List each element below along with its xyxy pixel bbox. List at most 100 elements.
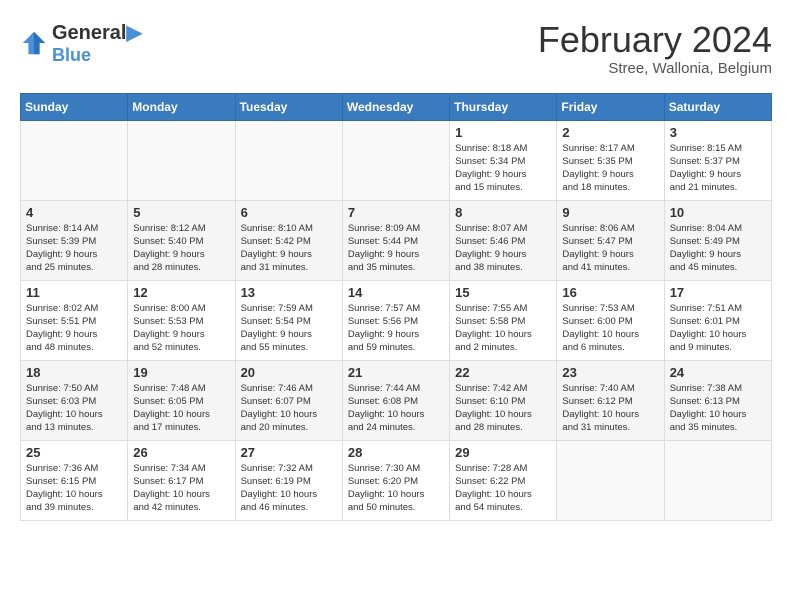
day-number: 17 [670,285,766,300]
calendar-cell: 4 Sunrise: 8:14 AM Sunset: 5:39 PM Daylig… [21,200,128,280]
calendar-cell: 12 Sunrise: 8:00 AM Sunset: 5:53 PM Dayli… [128,280,235,360]
day-number: 18 [26,365,122,380]
calendar-cell: 8 Sunrise: 8:07 AM Sunset: 5:46 PM Daylig… [450,200,557,280]
title-block: February 2024 Stree, Wallonia, Belgium [538,20,772,77]
calendar-cell [128,120,235,200]
day-info: Sunrise: 7:57 AM Sunset: 5:56 PM Dayligh… [348,302,444,355]
day-number: 3 [670,125,766,140]
day-number: 16 [562,285,658,300]
day-number: 10 [670,205,766,220]
day-info: Sunrise: 7:53 AM Sunset: 6:00 PM Dayligh… [562,302,658,355]
day-number: 2 [562,125,658,140]
day-info: Sunrise: 7:59 AM Sunset: 5:54 PM Dayligh… [241,302,337,355]
day-number: 1 [455,125,551,140]
calendar-cell: 28Sunrise: 7:30 AM Sunset: 6:20 PM Dayli… [342,440,449,520]
calendar-cell: 2 Sunrise: 8:17 AM Sunset: 5:35 PM Daylig… [557,120,664,200]
calendar-cell: 10 Sunrise: 8:04 AM Sunset: 5:49 PM Dayli… [664,200,771,280]
calendar-cell: 23 Sunrise: 7:40 AM Sunset: 6:12 PM Dayli… [557,360,664,440]
calendar-cell: 18 Sunrise: 7:50 AM Sunset: 6:03 PM Dayli… [21,360,128,440]
day-info: Sunrise: 7:55 AM Sunset: 5:58 PM Dayligh… [455,302,551,355]
page-header: General▶ Blue February 2024 Stree, Wallo… [20,20,772,77]
day-number: 24 [670,365,766,380]
calendar-cell: 29 Sunrise: 7:28 AM Sunset: 6:22 PM Dayli… [450,440,557,520]
calendar-cell: 14 Sunrise: 7:57 AM Sunset: 5:56 PM Dayli… [342,280,449,360]
calendar-cell: 20Sunrise: 7:46 AM Sunset: 6:07 PM Dayli… [235,360,342,440]
day-info: Sunrise: 8:04 AM Sunset: 5:49 PM Dayligh… [670,222,766,275]
calendar-cell [21,120,128,200]
logo-text: General▶ Blue [52,20,142,66]
logo: General▶ Blue [20,20,142,66]
day-number: 12 [133,285,229,300]
day-info: Sunrise: 7:44 AM Sunset: 6:08 PM Dayligh… [348,382,444,435]
location-subtitle: Stree, Wallonia, Belgium [538,60,772,77]
calendar-cell: 27 Sunrise: 7:32 AM Sunset: 6:19 PM Dayli… [235,440,342,520]
day-info: Sunrise: 7:42 AM Sunset: 6:10 PM Dayligh… [455,382,551,435]
calendar-cell [664,440,771,520]
day-number: 6 [241,205,337,220]
calendar-cell: 21 Sunrise: 7:44 AM Sunset: 6:08 PM Dayli… [342,360,449,440]
day-number: 8 [455,205,551,220]
calendar-week-row: 18 Sunrise: 7:50 AM Sunset: 6:03 PM Dayli… [21,360,772,440]
calendar-week-row: 4 Sunrise: 8:14 AM Sunset: 5:39 PM Daylig… [21,200,772,280]
day-number: 21 [348,365,444,380]
calendar-cell: 16 Sunrise: 7:53 AM Sunset: 6:00 PM Dayli… [557,280,664,360]
calendar-cell: 7 Sunrise: 8:09 AM Sunset: 5:44 PM Daylig… [342,200,449,280]
calendar-cell: 17 Sunrise: 7:51 AM Sunset: 6:01 PM Dayli… [664,280,771,360]
day-info: Sunrise: 8:18 AM Sunset: 5:34 PM Dayligh… [455,142,551,195]
calendar-cell: 19Sunrise: 7:48 AM Sunset: 6:05 PM Dayli… [128,360,235,440]
day-number: 29 [455,445,551,460]
calendar-cell: 13 Sunrise: 7:59 AM Sunset: 5:54 PM Dayli… [235,280,342,360]
day-info: Sunrise: 8:09 AM Sunset: 5:44 PM Dayligh… [348,222,444,275]
calendar-cell: 22 Sunrise: 7:42 AM Sunset: 6:10 PM Dayli… [450,360,557,440]
day-number: 25 [26,445,122,460]
day-number: 11 [26,285,122,300]
day-number: 27 [241,445,337,460]
day-number: 13 [241,285,337,300]
day-number: 26 [133,445,229,460]
logo-icon [20,29,48,57]
day-number: 5 [133,205,229,220]
calendar-cell: 1 Sunrise: 8:18 AM Sunset: 5:34 PM Daylig… [450,120,557,200]
day-info: Sunrise: 7:34 AM Sunset: 6:17 PM Dayligh… [133,462,229,515]
day-info: Sunrise: 8:14 AM Sunset: 5:39 PM Dayligh… [26,222,122,275]
calendar-cell [557,440,664,520]
day-info: Sunrise: 7:38 AM Sunset: 6:13 PM Dayligh… [670,382,766,435]
calendar-cell: 9Sunrise: 8:06 AM Sunset: 5:47 PM Daylig… [557,200,664,280]
day-info: Sunrise: 8:00 AM Sunset: 5:53 PM Dayligh… [133,302,229,355]
weekday-header: Friday [557,93,664,120]
day-number: 15 [455,285,551,300]
day-info: Sunrise: 7:36 AM Sunset: 6:15 PM Dayligh… [26,462,122,515]
day-info: Sunrise: 7:51 AM Sunset: 6:01 PM Dayligh… [670,302,766,355]
calendar-cell: 11Sunrise: 8:02 AM Sunset: 5:51 PM Dayli… [21,280,128,360]
day-number: 22 [455,365,551,380]
month-title: February 2024 [538,20,772,60]
calendar-cell: 26 Sunrise: 7:34 AM Sunset: 6:17 PM Dayli… [128,440,235,520]
day-info: Sunrise: 7:32 AM Sunset: 6:19 PM Dayligh… [241,462,337,515]
calendar-cell: 3 Sunrise: 8:15 AM Sunset: 5:37 PM Daylig… [664,120,771,200]
weekday-header: Monday [128,93,235,120]
day-info: Sunrise: 7:50 AM Sunset: 6:03 PM Dayligh… [26,382,122,435]
weekday-header: Saturday [664,93,771,120]
calendar-week-row: 25 Sunrise: 7:36 AM Sunset: 6:15 PM Dayli… [21,440,772,520]
day-info: Sunrise: 7:30 AM Sunset: 6:20 PM Dayligh… [348,462,444,515]
day-info: Sunrise: 8:07 AM Sunset: 5:46 PM Dayligh… [455,222,551,275]
day-info: Sunrise: 7:46 AM Sunset: 6:07 PM Dayligh… [241,382,337,435]
calendar-cell: 6 Sunrise: 8:10 AM Sunset: 5:42 PM Daylig… [235,200,342,280]
calendar-week-row: 11Sunrise: 8:02 AM Sunset: 5:51 PM Dayli… [21,280,772,360]
day-number: 14 [348,285,444,300]
calendar-cell: 15 Sunrise: 7:55 AM Sunset: 5:58 PM Dayli… [450,280,557,360]
day-info: Sunrise: 7:48 AM Sunset: 6:05 PM Dayligh… [133,382,229,435]
day-number: 23 [562,365,658,380]
day-info: Sunrise: 7:28 AM Sunset: 6:22 PM Dayligh… [455,462,551,515]
day-info: Sunrise: 8:15 AM Sunset: 5:37 PM Dayligh… [670,142,766,195]
calendar-cell [235,120,342,200]
day-info: Sunrise: 8:10 AM Sunset: 5:42 PM Dayligh… [241,222,337,275]
weekday-header: Wednesday [342,93,449,120]
day-number: 7 [348,205,444,220]
day-info: Sunrise: 7:40 AM Sunset: 6:12 PM Dayligh… [562,382,658,435]
day-info: Sunrise: 8:17 AM Sunset: 5:35 PM Dayligh… [562,142,658,195]
calendar-table: SundayMondayTuesdayWednesdayThursdayFrid… [20,93,772,521]
day-number: 4 [26,205,122,220]
calendar-cell: 25 Sunrise: 7:36 AM Sunset: 6:15 PM Dayli… [21,440,128,520]
weekday-header-row: SundayMondayTuesdayWednesdayThursdayFrid… [21,93,772,120]
